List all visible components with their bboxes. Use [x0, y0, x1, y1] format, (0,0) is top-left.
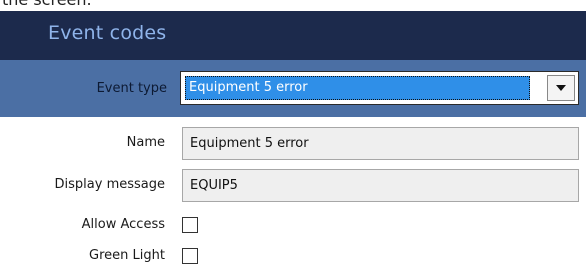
allow-access-checkbox[interactable] — [182, 217, 198, 233]
green-light-checkbox[interactable] — [182, 248, 198, 264]
name-label: Name — [126, 135, 165, 150]
event-type-label: Event type — [96, 81, 167, 96]
panel-title: Event codes — [48, 22, 167, 44]
display-message-label: Display message — [54, 177, 165, 192]
event-type-selected-value: Equipment 5 error — [185, 76, 530, 100]
event-type-dropdown[interactable]: Equipment 5 error — [180, 71, 579, 105]
cropped-document-text: the screen. — [0, 0, 586, 11]
panel-header: Event codes — [0, 11, 586, 60]
top-text-fragment: the screen. — [2, 0, 92, 9]
name-field[interactable]: Equipment 5 error — [182, 127, 579, 160]
chevron-down-icon — [556, 85, 566, 91]
green-light-label: Green Light — [89, 248, 165, 263]
dropdown-button[interactable] — [547, 75, 575, 101]
display-message-field[interactable]: EQUIP5 — [182, 169, 579, 202]
allow-access-label: Allow Access — [81, 217, 165, 232]
